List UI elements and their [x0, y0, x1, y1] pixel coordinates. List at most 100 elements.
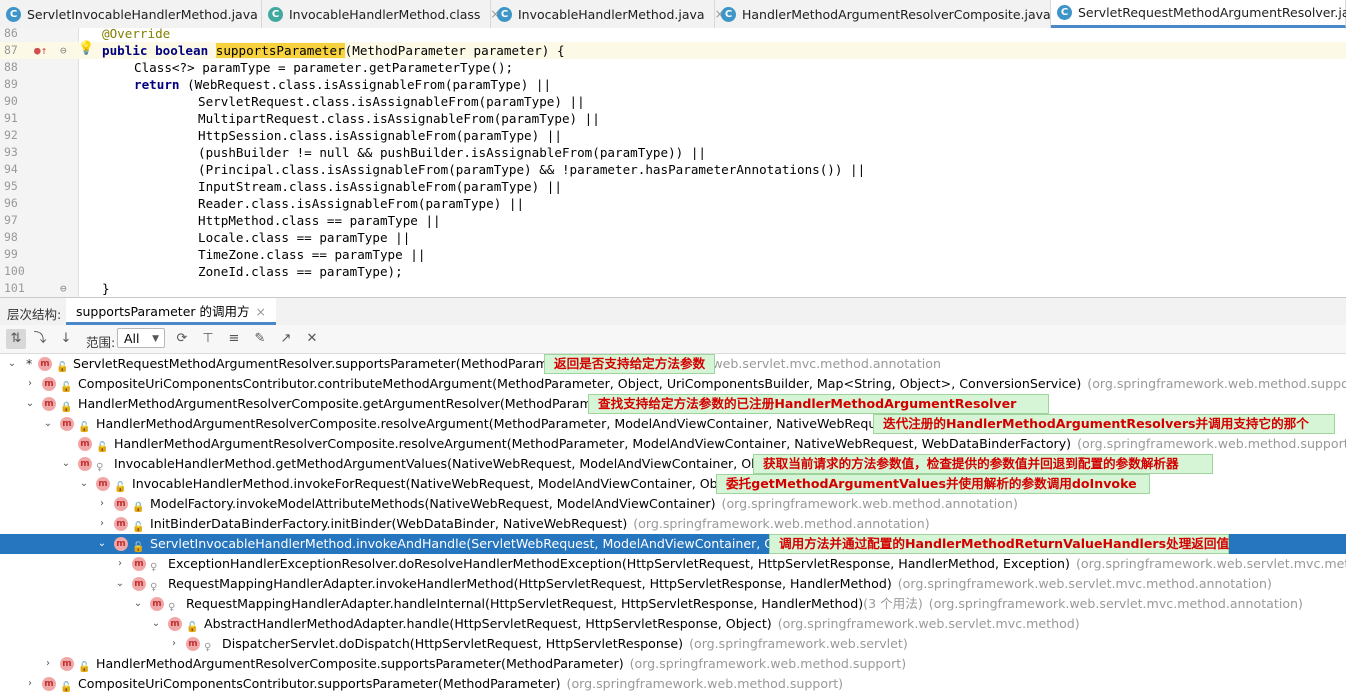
code-text: (Principal.class.isAssignableFrom(paramT… [198, 162, 866, 177]
chevron-down-icon[interactable]: ⌄ [114, 574, 126, 594]
row-text: HandlerMethodArgumentResolverComposite.g… [78, 396, 623, 411]
close-icon[interactable]: ✕ [302, 329, 322, 349]
row-text: ServletInvocableHandlerMethod.invokeAndH… [150, 536, 823, 551]
code-line-88: 88 Class<?> paramType = parameter.getPar… [0, 59, 1346, 76]
tree-row[interactable]: m 🔓 HandlerMethodArgumentResolverComposi… [0, 434, 1346, 454]
line-number: 100 [4, 264, 25, 278]
chevron-down-icon[interactable]: ⌄ [60, 454, 72, 474]
tab-callers-of-supports-parameter[interactable]: supportsParameter 的调用方 × [66, 298, 276, 325]
override-marker-icon[interactable]: ●↑ [34, 42, 47, 59]
chevron-down-icon[interactable]: ⌄ [24, 394, 36, 414]
tree-row[interactable]: › m 🔒 ModelFactory.invokeModelAttributeM… [0, 494, 1346, 514]
chevron-right-icon[interactable]: › [96, 514, 108, 534]
tab-invocable-handler-method-class[interactable]: C InvocableHandlerMethod.class × [262, 0, 500, 28]
tree-row[interactable]: › m ♀ DispatcherServlet.doDispatch(HttpS… [0, 634, 1346, 654]
line-number: 99 [4, 247, 18, 261]
row-text: RequestMappingHandlerAdapter.handleInter… [186, 596, 864, 611]
code-line-100: 100 ZoneId.class == paramType); [0, 263, 1346, 280]
chevron-right-icon[interactable]: › [96, 494, 108, 514]
method-icon: m [78, 437, 92, 451]
chevron-down-icon[interactable]: ⌄ [132, 594, 144, 614]
code-text: MultipartRequest.class.isAssignableFrom(… [198, 111, 600, 126]
code-line-95: 95 InputStream.class.isAssignableFrom(pa… [0, 178, 1346, 195]
tree-row-selected[interactable]: ⌄ m 🔓 ServletInvocableHandlerMethod.invo… [0, 534, 1346, 554]
fold-icon[interactable]: ⊖ [60, 42, 67, 59]
code-line-101: 101 ⊖ } [0, 280, 1346, 297]
collapse-all-icon[interactable]: ≡ [224, 329, 244, 349]
line-number: 91 [4, 111, 18, 125]
chevron-down-icon[interactable]: ⌄ [150, 614, 162, 634]
pin-tab-icon[interactable]: ✎ [250, 329, 270, 349]
tree-row[interactable]: › m 🔓 CompositeUriComponentsContributor.… [0, 374, 1346, 394]
chevron-right-icon[interactable]: › [24, 374, 36, 394]
chevron-down-icon[interactable]: ⌄ [78, 474, 90, 494]
compiled-class-icon: C [268, 6, 283, 22]
annotation-note: 获取当前请求的方法参数值，检查提供的参数值并回退到配置的参数解析器 [753, 454, 1213, 474]
tree-row[interactable]: › m ♀ ExceptionHandlerExceptionResolver.… [0, 554, 1346, 574]
callee-hierarchy-icon[interactable]: ⤵ [30, 329, 50, 349]
method-icon: m [114, 517, 128, 531]
tree-row[interactable]: ⌄ m 🔓 HandlerMethodArgumentResolverCompo… [0, 414, 1346, 434]
scope-label: 范围: [86, 335, 116, 350]
tab-handler-method-argument-resolver-composite-java[interactable]: C HandlerMethodArgumentResolverComposite… [715, 0, 1071, 28]
line-number: 90 [4, 94, 18, 108]
annotation-note: 返回是否支持给定方法参数 [544, 354, 716, 374]
chevron-down-icon[interactable]: ⌄ [42, 414, 54, 434]
expand-all-icon[interactable]: ⊤ [198, 329, 218, 349]
refresh-icon[interactable]: ⟳ [172, 329, 192, 349]
code-text: HttpSession.class.isAssignableFrom(param… [198, 128, 562, 143]
tree-row[interactable]: ⌄ m ♀ RequestMappingHandlerAdapter.invok… [0, 574, 1346, 594]
row-text: ServletRequestMethodArgumentResolver.sup… [73, 356, 579, 371]
code-text: } [102, 281, 110, 296]
tree-row[interactable]: ⌄ m 🔓 AbstractHandlerMethodAdapter.handl… [0, 614, 1346, 634]
package-text: (org.springframework.web.method.annotati… [633, 516, 930, 531]
row-text: RequestMappingHandlerAdapter.invokeHandl… [168, 576, 892, 591]
package-text: (org.springframework.web.method.support) [566, 676, 844, 691]
public-icon: 🔓 [60, 682, 73, 693]
tree-row[interactable]: › m 🔓 InitBinderDataBinderFactory.initBi… [0, 514, 1346, 534]
code-line-94: 94 (Principal.class.isAssignableFrom(par… [0, 161, 1346, 178]
tab-servlet-request-method-argument-resolver-java[interactable]: C ServletRequestMethodArgumentResolver.j… [1051, 0, 1346, 28]
usage-count: (3 个用法) [863, 596, 923, 611]
lightbulb-icon[interactable]: 💡 [78, 40, 94, 57]
code-line-87: 87 ●↑ ⊖ 💡 public boolean supportsParamet… [0, 40, 1346, 59]
code-editor[interactable]: 86 @Override 87 ●↑ ⊖ 💡 public boolean su… [0, 28, 1346, 297]
tree-row[interactable]: ⌄ * m 🔓 ServletRequestMethodArgumentReso… [0, 354, 1346, 374]
package-text: (org.springframework.web.method.support) [1077, 436, 1346, 451]
close-icon[interactable]: × [256, 304, 266, 319]
annotation-note: 委托getMethodArgumentValues并使用解析的参数调用doInv… [716, 474, 1150, 494]
hierarchy-toolbar: ⇅ ⤵ ↓ 范围: All ▼ ⟳ ⊤ ≡ ✎ ↗ ✕ [0, 325, 1346, 354]
tab-invocable-handler-method-java[interactable]: C InvocableHandlerMethod.java × [491, 0, 725, 28]
fold-icon[interactable]: ⊖ [60, 280, 67, 297]
tree-row[interactable]: ⌄ m 🔒 HandlerMethodArgumentResolverCompo… [0, 394, 1346, 414]
chevron-right-icon[interactable]: › [168, 634, 180, 654]
override-annotation: @Override [102, 28, 171, 41]
sort-alphabetically-icon[interactable]: ↓ [56, 329, 76, 349]
method-signature: (MethodParameter parameter) { [344, 43, 565, 58]
code-text: HttpMethod.class == paramType || [198, 213, 441, 228]
chevron-right-icon[interactable]: › [24, 674, 36, 694]
caller-hierarchy-icon[interactable]: ⇅ [6, 329, 26, 349]
line-number: 93 [4, 145, 18, 159]
tree-row[interactable]: › m 🔓 HandlerMethodArgumentResolverCompo… [0, 654, 1346, 674]
chevron-right-icon[interactable]: › [42, 654, 54, 674]
package-text: (org.springframework.web.servlet.mvc.met… [928, 596, 1303, 611]
return-keyword: return [134, 77, 180, 92]
row-text: ExceptionHandlerExceptionResolver.doReso… [168, 556, 1070, 571]
java-class-icon: C [721, 6, 736, 22]
tab-label: ServletInvocableHandlerMethod.java [27, 6, 258, 22]
chevron-down-icon[interactable]: ⌄ [6, 354, 18, 374]
chevron-right-icon[interactable]: › [114, 554, 126, 574]
tab-servlet-invocable-handler-method-java[interactable]: C ServletInvocableHandlerMethod.java × [0, 0, 278, 28]
tree-row[interactable]: ⌄ m 🔓 InvocableHandlerMethod.invokeForRe… [0, 474, 1346, 494]
tree-row[interactable]: › m 🔓 CompositeUriComponentsContributor.… [0, 674, 1346, 694]
editor-tab-bar: C ServletInvocableHandlerMethod.java × C… [0, 0, 1346, 29]
export-icon[interactable]: ↗ [276, 329, 296, 349]
line-number: 86 [4, 28, 18, 40]
row-text: HandlerMethodArgumentResolverComposite.s… [96, 656, 624, 671]
tree-row[interactable]: ⌄ m ♀ RequestMappingHandlerAdapter.handl… [0, 594, 1346, 614]
chevron-down-icon[interactable]: ⌄ [96, 534, 108, 554]
row-text: InvocableHandlerMethod.getMethodArgument… [114, 456, 800, 471]
tree-row[interactable]: ⌄ m ♀ InvocableHandlerMethod.getMethodAr… [0, 454, 1346, 474]
scope-dropdown[interactable]: All ▼ [117, 328, 165, 348]
